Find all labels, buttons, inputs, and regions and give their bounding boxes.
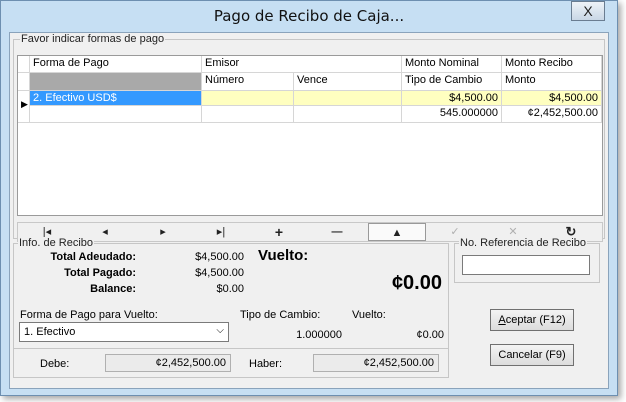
col-monto-recibo[interactable]: Monto Recibo — [502, 56, 602, 73]
row-monto-recibo[interactable]: $4,500.00 — [502, 91, 602, 106]
total-adeudado-label: Total Adeudado: — [50, 251, 136, 263]
aceptar-label: ceptar (F12) — [505, 314, 566, 326]
total-pagado-label: Total Pagado: — [64, 267, 136, 279]
dialog-window: Pago de Recibo de Caja... X Favor indica… — [0, 0, 618, 396]
info-recibo-group: Info. de Recibo Total Adeudado: $4,500.0… — [13, 237, 449, 378]
row-indicator-icon: ▶ — [18, 91, 30, 123]
col-vence[interactable]: Vence — [294, 73, 402, 91]
tipo-cambio-value: 1.000000 — [296, 329, 342, 341]
aceptar-button[interactable]: Aceptar (F12) — [490, 309, 574, 331]
info-legend: Info. de Recibo — [18, 237, 94, 249]
referencia-input[interactable] — [462, 255, 590, 275]
forma-vuelto-value: 1. Efectivo — [24, 326, 76, 338]
vuelto-label: Vuelto: — [258, 247, 309, 264]
aceptar-accel: A — [498, 314, 506, 326]
payments-grid[interactable]: Forma de Pago Emisor Monto Nominal Monto… — [17, 55, 603, 216]
haber-value: ¢2,452,500.00 — [313, 354, 439, 372]
col-numero[interactable]: Número — [202, 73, 294, 91]
delete-record-icon[interactable]: — — [308, 223, 366, 241]
totals-bar: Debe: ¢2,452,500.00 Haber: ¢2,452,500.00 — [13, 348, 449, 378]
row-numero[interactable] — [202, 91, 294, 106]
tipo-cambio-label: Tipo de Cambio: — [240, 309, 321, 321]
referencia-legend: No. Referencia de Recibo — [459, 237, 587, 249]
total-pagado-value: $4,500.00 — [195, 267, 244, 279]
col-monto-nominal[interactable]: Monto Nominal — [402, 56, 502, 73]
row-monto[interactable]: ¢2,452,500.00 — [502, 106, 602, 123]
vuelto-small-value: ¢0.00 — [416, 329, 444, 341]
payments-group: Favor indicar formas de pago Forma de Pa… — [13, 33, 605, 242]
debe-value: ¢2,452,500.00 — [105, 354, 231, 372]
col-forma-de-pago[interactable]: Forma de Pago — [30, 56, 202, 73]
next-record-icon[interactable]: ▸ — [134, 223, 192, 241]
add-record-icon[interactable]: + — [250, 223, 308, 241]
forma-vuelto-label: Forma de Pago para Vuelto: — [20, 309, 158, 321]
cancelar-button[interactable]: Cancelar (F9) — [490, 344, 574, 366]
col-forma-sub — [30, 73, 202, 91]
row-monto-nominal[interactable]: $4,500.00 — [402, 91, 502, 106]
vuelto-small-label: Vuelto: — [352, 309, 386, 321]
dialog-body: Favor indicar formas de pago Forma de Pa… — [9, 32, 609, 389]
debe-label: Debe: — [40, 358, 70, 370]
vuelto-value: ¢0.00 — [391, 272, 442, 294]
col-monto[interactable]: Monto — [502, 73, 602, 91]
last-record-icon[interactable]: ▸| — [192, 223, 250, 241]
total-adeudado-value: $4,500.00 — [195, 251, 244, 263]
col-tipo-de-cambio[interactable]: Tipo de Cambio — [402, 73, 502, 91]
balance-label: Balance: — [90, 283, 136, 295]
window-title: Pago de Recibo de Caja... — [213, 7, 405, 25]
row-tipo-de-cambio[interactable]: 545.000000 — [402, 106, 502, 123]
row-forma-de-pago[interactable]: 2. Efectivo USD$ — [30, 91, 202, 106]
col-emisor[interactable]: Emisor — [202, 56, 402, 73]
grid-corner — [18, 56, 30, 73]
chevron-down-icon: ⌵ — [216, 325, 224, 336]
referencia-group: No. Referencia de Recibo — [454, 237, 600, 283]
row-forma-sub — [30, 106, 202, 123]
row-numero-sub — [202, 106, 294, 123]
close-button[interactable]: X — [571, 1, 605, 21]
row-vence-sub — [294, 106, 402, 123]
edit-record-icon[interactable]: ▲ — [368, 223, 426, 241]
row-vence[interactable] — [294, 91, 402, 106]
haber-label: Haber: — [249, 358, 283, 370]
balance-value: $0.00 — [216, 283, 244, 295]
forma-vuelto-select[interactable]: 1. Efectivo ⌵ — [19, 322, 229, 342]
title-bar: Pago de Recibo de Caja... X — [1, 1, 617, 31]
grid-corner-2 — [18, 73, 30, 91]
payments-legend: Favor indicar formas de pago — [20, 33, 166, 45]
